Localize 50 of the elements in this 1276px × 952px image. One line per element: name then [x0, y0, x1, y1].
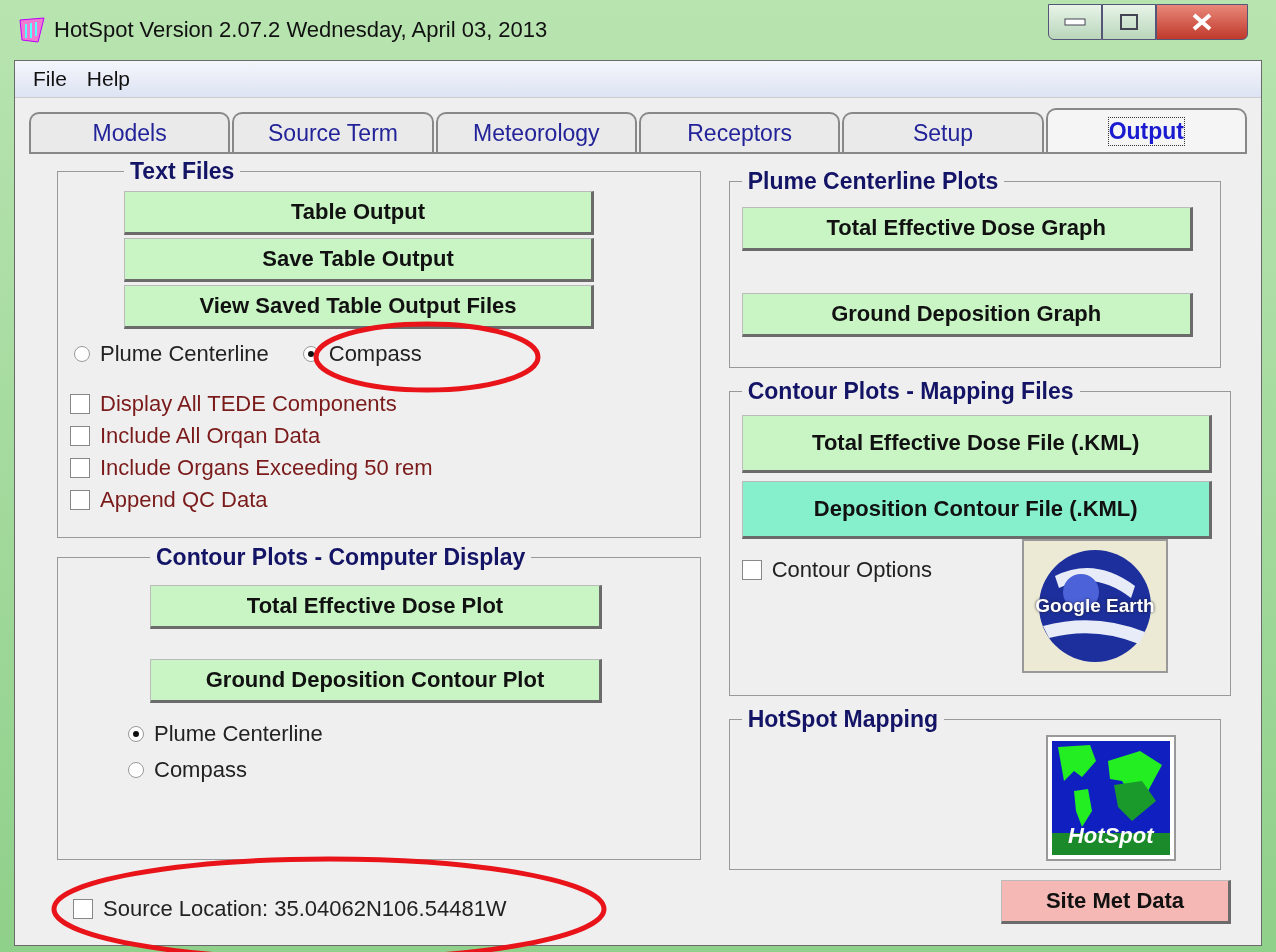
tab[interactable]: Meteorology: [435, 112, 637, 152]
site-met-data-button[interactable]: Site Met Data: [1001, 880, 1231, 924]
radio-button[interactable]: [128, 762, 144, 778]
group-title: Plume Centerline Plots: [746, 168, 1000, 195]
tab[interactable]: Setup: [842, 112, 1044, 152]
radio-button[interactable]: [74, 346, 90, 362]
group-title: HotSpot Mapping: [746, 706, 940, 733]
source-location-label: Source Location: 35.04062N106.54481W: [103, 896, 507, 922]
action-button[interactable]: Total Effective Dose Plot: [150, 585, 602, 629]
group-title: Contour Plots - Computer Display: [155, 544, 527, 571]
action-button[interactable]: Table Output: [124, 191, 594, 235]
checkbox[interactable]: [70, 426, 90, 446]
maximize-button[interactable]: [1102, 4, 1156, 40]
action-button[interactable]: Total Effective Dose File (.KML): [741, 415, 1212, 473]
action-button[interactable]: Ground Deposition Graph: [741, 293, 1193, 337]
option-label: Plume Centerline: [154, 721, 323, 747]
checkbox[interactable]: [73, 899, 93, 919]
tab[interactable]: Output: [1045, 108, 1247, 152]
maximize-icon: [1119, 13, 1139, 31]
close-button[interactable]: [1156, 4, 1248, 40]
option-label: Compass: [328, 341, 422, 367]
option-label: Include Organs Exceeding 50 rem: [100, 455, 433, 481]
close-icon: [1191, 12, 1213, 32]
option-label: Compass: [154, 757, 247, 783]
tab[interactable]: Models: [29, 112, 231, 152]
option-label: Plume Centerline: [100, 341, 269, 367]
tab[interactable]: Source Term: [232, 112, 434, 152]
checkbox[interactable]: [741, 560, 762, 580]
checkbox[interactable]: [70, 458, 90, 478]
action-button[interactable]: Ground Deposition Contour Plot: [150, 659, 602, 703]
checkbox[interactable]: [70, 394, 90, 414]
menu-item[interactable]: Help: [86, 67, 131, 91]
tab[interactable]: Receptors: [639, 112, 841, 152]
radio-button[interactable]: [128, 726, 144, 742]
option-label: Append QC Data: [100, 487, 268, 513]
group-title: Text Files: [129, 158, 236, 185]
action-button[interactable]: Total Effective Dose Graph: [741, 207, 1193, 251]
checkbox[interactable]: [70, 490, 90, 510]
minimize-icon: [1064, 18, 1086, 26]
menu-item[interactable]: File: [33, 67, 67, 91]
action-button[interactable]: Save Table Output: [124, 238, 594, 282]
group-title: Contour Plots - Mapping Files: [746, 378, 1075, 405]
option-label: Display All TEDE Components: [100, 391, 397, 417]
minimize-button[interactable]: [1048, 4, 1102, 40]
action-button[interactable]: Deposition Contour File (.KML): [741, 481, 1212, 539]
option-label: Include All Orqan Data: [100, 423, 321, 449]
window-title: HotSpot Version 2.07.2 Wednesday, April 03, 2013: [54, 17, 548, 43]
app-icon: [18, 16, 46, 44]
option-label: Contour Options: [771, 557, 932, 583]
action-button[interactable]: View Saved Table Output Files: [124, 285, 594, 329]
